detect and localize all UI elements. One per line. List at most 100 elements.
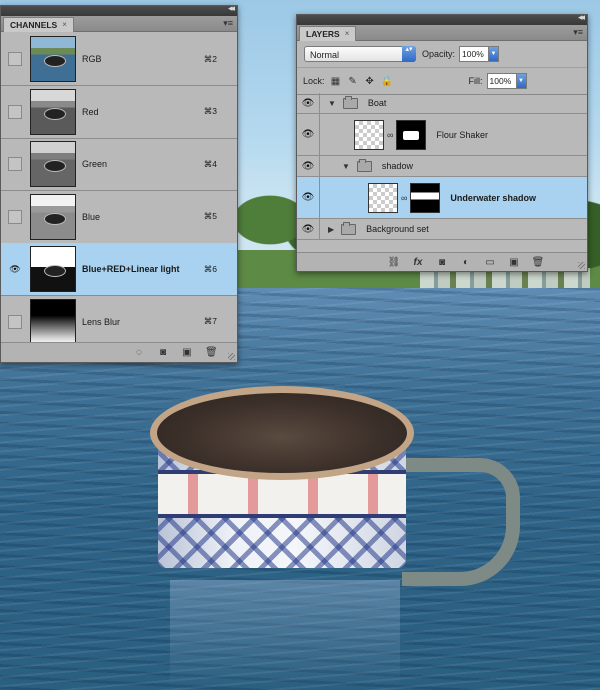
eye-icon[interactable]: 👁 — [297, 156, 320, 176]
blend-mode-select[interactable]: Normal ▴▾ — [304, 46, 416, 62]
layer-group-row[interactable]: 👁 ▼ Boat — [297, 93, 587, 114]
channel-thumbnail — [30, 193, 76, 240]
channel-shortcut: ⌘5 — [203, 211, 217, 221]
visibility-toggle[interactable] — [8, 157, 22, 171]
cup-reflection — [170, 580, 400, 690]
blend-opacity-row: Normal ▴▾ Opacity: 100% ▼ — [297, 41, 587, 68]
channels-tab-row: CHANNELS × ▾≡ — [1, 16, 237, 32]
resize-grip[interactable] — [228, 353, 235, 360]
eye-icon[interactable]: 👁 — [297, 114, 320, 155]
eye-icon[interactable]: 👁 — [297, 93, 320, 113]
lock-position-icon[interactable]: ✥ — [364, 76, 376, 87]
new-group-icon[interactable]: ▭ — [483, 257, 497, 268]
panel-menu-icon[interactable]: ▾≡ — [223, 18, 233, 29]
collapse-icon[interactable]: ◂◂ — [578, 12, 585, 23]
channel-row[interactable]: Green ⌘4 — [1, 138, 237, 191]
layers-footer: ⛓ fx ◙ ◐ ▭ ▣ 🗑 — [297, 252, 587, 271]
channel-row[interactable]: Blue ⌘5 — [1, 191, 237, 244]
trash-icon[interactable]: 🗑 — [205, 347, 218, 358]
channel-name: RGB — [82, 54, 102, 64]
add-mask-icon[interactable]: ◙ — [435, 257, 449, 268]
lock-fill-row: Lock: ▦ ✎ ✥ 🔒 Fill: 100% ▼ — [297, 68, 587, 95]
fill-input[interactable]: 100% — [486, 73, 517, 89]
blend-mode-value: Normal — [310, 50, 340, 60]
cup-handle — [402, 458, 520, 586]
visibility-toggle[interactable] — [8, 104, 22, 119]
close-icon[interactable]: × — [62, 18, 67, 32]
channel-thumbnail — [30, 36, 76, 82]
layers-panel-titlebar[interactable]: ◂◂ — [297, 12, 587, 25]
new-channel-icon[interactable]: ▣ — [181, 347, 193, 358]
layers-tab-row: LAYERS × ▾≡ — [297, 25, 587, 41]
channel-row[interactable]: Red ⌘3 — [1, 86, 237, 139]
folder-icon — [356, 158, 372, 172]
link-icon[interactable]: ⛓ — [387, 257, 401, 268]
mask-link-icon[interactable]: ∞ — [401, 193, 407, 203]
tab-channels[interactable]: CHANNELS × — [3, 17, 74, 32]
eye-icon[interactable]: 👁 — [297, 177, 320, 218]
channels-panel-titlebar[interactable]: ◂◂ — [1, 3, 237, 16]
opacity-label[interactable]: Opacity: — [422, 49, 455, 59]
adjustment-icon[interactable]: ◐ — [459, 257, 473, 268]
disclosure-closed-icon[interactable]: ▶ — [328, 225, 334, 234]
eye-icon[interactable]: 👁 — [297, 219, 320, 239]
new-layer-icon[interactable]: ▣ — [507, 257, 521, 268]
layer-mask-thumbnail[interactable] — [410, 182, 441, 213]
layers-panel: ◂◂ LAYERS × ▾≡ Normal ▴▾ Opacity: 100% ▼… — [296, 12, 588, 272]
visibility-toggle[interactable] — [8, 209, 22, 224]
folder-icon — [341, 221, 357, 235]
channel-thumbnail — [30, 141, 76, 187]
layer-name: Flour Shaker — [436, 129, 488, 140]
channel-row[interactable]: 👁 Blue+RED+Linear light ⌘6 — [1, 243, 237, 296]
tab-channels-label: CHANNELS — [10, 20, 58, 30]
lock-icons: ▦ ✎ ✥ 🔒 — [325, 76, 393, 87]
layer-name: Underwater shadow — [450, 192, 536, 203]
mask-icon[interactable]: ◙ — [157, 347, 169, 358]
close-icon[interactable]: × — [345, 27, 350, 41]
lock-transparency-icon[interactable]: ▦ — [330, 76, 342, 87]
folder-icon — [342, 95, 358, 109]
select-arrows-icon: ▴▾ — [402, 46, 416, 62]
channel-shortcut: ⌘4 — [203, 158, 217, 169]
eye-icon[interactable]: 👁 — [8, 262, 22, 276]
fill-dropdown-icon[interactable]: ▼ — [516, 73, 527, 89]
channels-panel: ◂◂ CHANNELS × ▾≡ RGB ⌘2 Red ⌘3 Green ⌘4 Blue ⌘5… — [0, 3, 238, 363]
layer-row[interactable]: 👁 ∞ Flour Shaker — [297, 114, 587, 156]
layer-thumbnail[interactable] — [368, 182, 398, 213]
lock-paint-icon[interactable]: ✎ — [347, 76, 359, 87]
opacity-input[interactable]: 100% — [459, 46, 490, 62]
fx-icon[interactable]: fx — [411, 257, 425, 268]
channel-thumbnail — [30, 246, 76, 292]
layer-group-row[interactable]: 👁 ▶ Background set — [297, 219, 587, 240]
channel-row[interactable]: RGB ⌘2 — [1, 33, 237, 86]
layer-thumbnail[interactable] — [354, 119, 384, 150]
collapse-icon[interactable]: ◂◂ — [228, 3, 235, 14]
channel-shortcut: ⌘7 — [203, 316, 217, 326]
disclosure-open-icon[interactable]: ▼ — [328, 99, 336, 108]
channel-name: Blue — [82, 211, 101, 222]
lock-all-icon[interactable]: 🔒 — [381, 76, 393, 87]
channel-name: Green — [82, 159, 108, 169]
visibility-toggle[interactable] — [8, 52, 22, 66]
visibility-toggle[interactable] — [8, 314, 22, 329]
mask-link-icon[interactable]: ∞ — [387, 130, 393, 140]
channel-shortcut: ⌘2 — [203, 53, 217, 64]
dotted-circle-icon[interactable]: ◌ — [133, 347, 145, 358]
cup-rim — [150, 386, 414, 480]
layer-mask-thumbnail[interactable] — [396, 119, 427, 150]
panel-menu-icon[interactable]: ▾≡ — [573, 27, 583, 38]
layer-row[interactable]: 👁 ∞ Underwater shadow — [297, 177, 587, 219]
layer-group-row[interactable]: 👁 ▼ shadow — [297, 156, 587, 177]
resize-grip[interactable] — [578, 262, 585, 269]
channel-shortcut: ⌘3 — [203, 106, 217, 116]
tab-layers-label: LAYERS — [306, 29, 340, 39]
tab-layers[interactable]: LAYERS × — [299, 26, 357, 41]
fill-label[interactable]: Fill: — [469, 76, 483, 86]
lock-label: Lock: — [303, 76, 325, 86]
trash-icon[interactable]: 🗑 — [531, 257, 545, 268]
channels-footer: ◌ ◙ ▣ 🗑 — [1, 342, 237, 362]
disclosure-open-icon[interactable]: ▼ — [342, 162, 350, 171]
channel-name: Blue+RED+Linear light — [82, 264, 180, 274]
opacity-dropdown-icon[interactable]: ▼ — [489, 46, 500, 62]
channel-row[interactable]: Lens Blur ⌘7 — [1, 296, 237, 349]
